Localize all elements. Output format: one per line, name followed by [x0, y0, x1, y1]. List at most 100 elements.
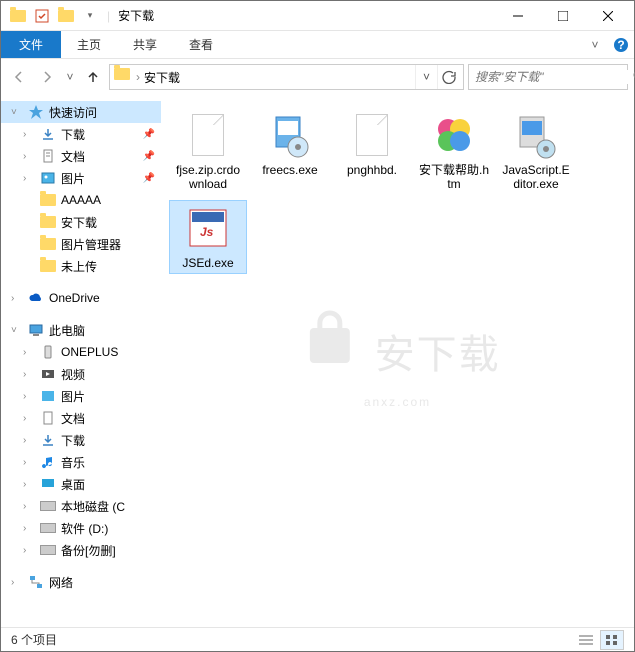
- statusbar: 6 个项目: [1, 627, 634, 651]
- tree-downloads[interactable]: › 下载 📌: [1, 123, 161, 145]
- tree-folder-imgmgr[interactable]: 图片管理器: [1, 233, 161, 255]
- tree-documents2[interactable]: ›文档: [1, 407, 161, 429]
- file-name: fjse.zip.crdownload: [173, 163, 243, 192]
- tab-file[interactable]: 文件: [1, 31, 61, 58]
- file-item[interactable]: 安下载帮助.htm: [415, 107, 493, 196]
- search-box[interactable]: [468, 64, 628, 90]
- expand-icon[interactable]: ›: [23, 151, 35, 162]
- desktop-icon: [39, 475, 57, 493]
- tree-label: OneDrive: [49, 291, 100, 305]
- tree-folder-aaaaa[interactable]: AAAAA: [1, 189, 161, 211]
- pin-icon: 📌: [143, 151, 155, 162]
- tree-drive-backup[interactable]: ›备份[勿删]: [1, 539, 161, 561]
- tree-videos[interactable]: ›视频: [1, 363, 161, 385]
- tree-documents[interactable]: › 文档 📌: [1, 145, 161, 167]
- tree-drive-d[interactable]: ›软件 (D:): [1, 517, 161, 539]
- file-icon: [184, 111, 232, 159]
- address-dropdown-icon[interactable]: ˅: [415, 65, 437, 89]
- tree-quick-access[interactable]: ˅ 快速访问: [1, 101, 161, 123]
- refresh-icon[interactable]: [437, 65, 459, 89]
- tree-label: 安下载: [61, 214, 97, 231]
- new-folder-icon[interactable]: [57, 7, 75, 25]
- file-item[interactable]: pnghhbd.: [333, 107, 411, 196]
- tree-label: 图片管理器: [61, 236, 121, 253]
- pin-icon: 📌: [143, 129, 155, 140]
- file-item[interactable]: JavaScript.Editor.exe: [497, 107, 575, 196]
- jsed-icon: Js: [184, 204, 232, 252]
- collapse-icon[interactable]: ˅: [11, 107, 23, 118]
- tree-label: 本地磁盘 (C: [61, 498, 125, 515]
- search-input[interactable]: [475, 70, 632, 84]
- tree-drive-c[interactable]: ›本地磁盘 (C: [1, 495, 161, 517]
- close-button[interactable]: [585, 1, 630, 30]
- tree-label: 图片: [61, 388, 85, 405]
- tree-folder-anxz[interactable]: 安下载: [1, 211, 161, 233]
- forward-button[interactable]: [35, 65, 59, 89]
- address-bar[interactable]: › 安下载 ˅: [109, 64, 464, 90]
- tree-desktop[interactable]: ›桌面: [1, 473, 161, 495]
- tree-pictures2[interactable]: ›图片: [1, 385, 161, 407]
- icons-view-button[interactable]: [600, 630, 624, 650]
- tree-folder-unupload[interactable]: 未上传: [1, 255, 161, 277]
- breadcrumb-current[interactable]: 安下载: [140, 69, 184, 86]
- folder-icon: [39, 191, 57, 209]
- svg-text:Js: Js: [200, 225, 214, 239]
- tree-downloads2[interactable]: ›下载: [1, 429, 161, 451]
- window-title: 安下载: [118, 7, 495, 24]
- properties-icon[interactable]: [33, 7, 51, 25]
- maximize-button[interactable]: [540, 1, 585, 30]
- folder-icon: [9, 7, 27, 25]
- collapse-icon[interactable]: ˅: [11, 325, 23, 336]
- drive-icon: [39, 541, 57, 559]
- tree-label: 图片: [61, 170, 85, 187]
- tab-home[interactable]: 主页: [61, 31, 117, 58]
- history-dropdown-icon[interactable]: ˅: [63, 70, 77, 84]
- document-icon: [39, 409, 57, 427]
- cloud-icon: [27, 289, 45, 307]
- file-item[interactable]: freecs.exe: [251, 107, 329, 196]
- quick-access-toolbar: ▾: [9, 7, 99, 25]
- expand-icon[interactable]: ›: [23, 173, 35, 184]
- tree-label: 桌面: [61, 476, 85, 493]
- file-name: 安下载帮助.htm: [419, 163, 489, 192]
- file-view[interactable]: 安下载 anxz.com fjse.zip.crdownload freecs.…: [161, 95, 634, 627]
- tree-network[interactable]: ›网络: [1, 571, 161, 593]
- folder-icon: [39, 235, 57, 253]
- tree-this-pc[interactable]: ˅此电脑: [1, 319, 161, 341]
- download-icon: [39, 431, 57, 449]
- file-item[interactable]: fjse.zip.crdownload: [169, 107, 247, 196]
- ribbon-expand-icon[interactable]: ˅: [582, 31, 608, 58]
- folder-icon: [39, 257, 57, 275]
- drive-icon: [39, 519, 57, 537]
- tree-music[interactable]: ›音乐: [1, 451, 161, 473]
- file-name: pnghhbd.: [347, 163, 397, 177]
- expand-icon[interactable]: ›: [23, 129, 35, 140]
- tab-share[interactable]: 共享: [117, 31, 173, 58]
- tab-view[interactable]: 查看: [173, 31, 229, 58]
- file-icon: [348, 111, 396, 159]
- up-button[interactable]: [81, 65, 105, 89]
- details-view-button[interactable]: [574, 630, 598, 650]
- file-name: JavaScript.Editor.exe: [501, 163, 571, 192]
- tree-pictures[interactable]: › 图片 📌: [1, 167, 161, 189]
- expand-icon[interactable]: ›: [11, 293, 23, 304]
- window-controls: [495, 1, 630, 30]
- back-button[interactable]: [7, 65, 31, 89]
- tree-label: 视频: [61, 366, 85, 383]
- network-icon: [27, 573, 45, 591]
- minimize-button[interactable]: [495, 1, 540, 30]
- file-item[interactable]: Js JSEd.exe: [169, 200, 247, 274]
- svg-text:?: ?: [617, 38, 624, 52]
- qat-dropdown-icon[interactable]: ▾: [81, 7, 99, 25]
- music-icon: [39, 453, 57, 471]
- ribbon: 文件 主页 共享 查看 ˅ ?: [1, 31, 634, 59]
- help-icon[interactable]: ?: [608, 31, 634, 58]
- picture-icon: [39, 169, 57, 187]
- content-area: ˅ 快速访问 › 下载 📌 › 文档 📌 › 图片 📌 AAAAA 安下载 图片…: [1, 95, 634, 627]
- tree-onedrive[interactable]: › OneDrive: [1, 287, 161, 309]
- document-icon: [39, 147, 57, 165]
- tree-oneplus[interactable]: ›ONEPLUS: [1, 341, 161, 363]
- navigation-tree[interactable]: ˅ 快速访问 › 下载 📌 › 文档 📌 › 图片 📌 AAAAA 安下载 图片…: [1, 95, 161, 627]
- titlebar: ▾ | 安下载: [1, 1, 634, 31]
- tree-label: 文档: [61, 410, 85, 427]
